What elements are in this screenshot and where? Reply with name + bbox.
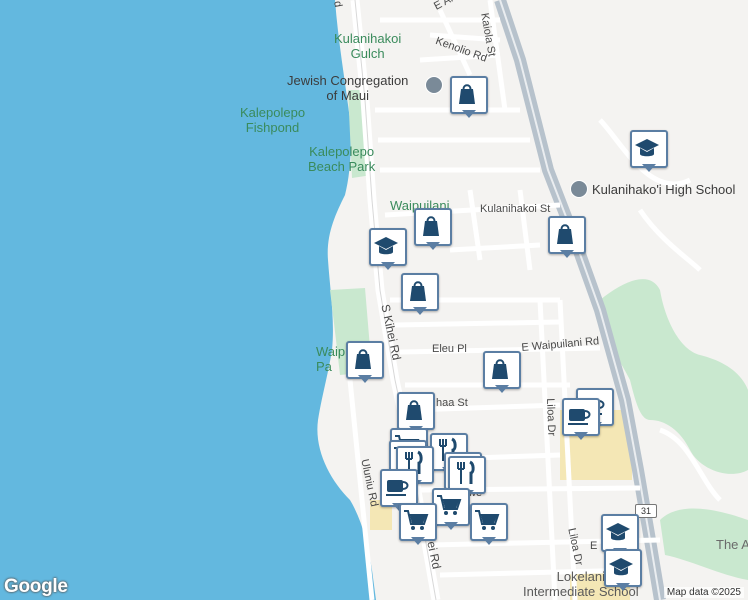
label-kulanihakoi-high-school: Kulanihako'i High School — [592, 182, 736, 197]
map-canvas[interactable]: Kulanihakoi Gulch Jewish Congregation of… — [0, 0, 748, 600]
marker-shopping-bag[interactable] — [483, 351, 521, 397]
marker-shopping-cart[interactable] — [470, 503, 508, 549]
street-kulanihakoi: Kulanihakoi St — [480, 203, 551, 215]
marker-shopping-bag[interactable] — [414, 208, 452, 254]
marker-shopping-bag[interactable] — [548, 216, 586, 262]
marker-school[interactable] — [369, 228, 407, 274]
marker-coffee[interactable] — [562, 398, 600, 444]
label-the-a: The A — [716, 537, 748, 552]
street-eleu: Eleu Pl — [432, 343, 467, 355]
school-poi-icon — [570, 180, 588, 198]
synagogue-icon — [425, 76, 443, 94]
street-liloa-1: Liloa Dr — [544, 398, 558, 437]
map-attribution[interactable]: Map data ©2025 — [663, 587, 744, 598]
marker-shopping-bag[interactable] — [346, 341, 384, 387]
marker-school[interactable] — [604, 549, 642, 595]
marker-shopping-bag[interactable] — [450, 76, 488, 122]
marker-shopping-bag[interactable] — [401, 273, 439, 319]
google-logo: Google — [4, 576, 68, 597]
marker-shopping-cart[interactable] — [432, 488, 470, 534]
label-jewish-congregation: Jewish Congregation of Maui — [287, 73, 409, 103]
label-waipuilani-park: Waip Pa — [316, 344, 346, 374]
marker-shopping-cart[interactable] — [399, 503, 437, 549]
street-haa: haa St — [436, 397, 468, 409]
label-kalepolepo-beach-park: Kalepolepo Beach Park — [308, 144, 376, 174]
label-kulanihakoi-gulch: Kulanihakoi Gulch — [334, 31, 402, 61]
marker-school[interactable] — [630, 130, 668, 176]
label-kalepolepo-fishpond: Kalepolepo Fishpond — [240, 105, 306, 135]
